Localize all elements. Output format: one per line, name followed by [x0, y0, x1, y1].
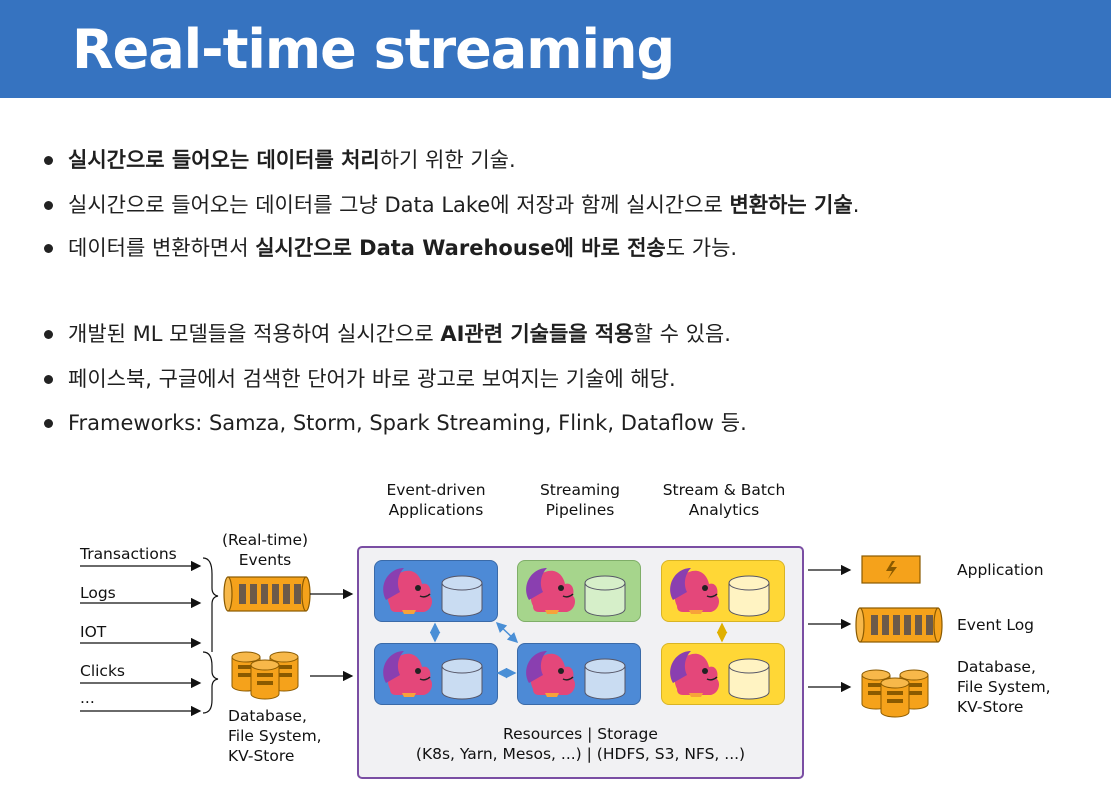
page-title: Real-time streaming — [72, 18, 675, 81]
event-log-icon-left — [223, 576, 311, 612]
architecture-diagram: Event-driven Applications Streaming Pipeli… — [0, 470, 1111, 796]
bullet-segment: Frameworks: Samza, Storm, Spark Streamin… — [68, 411, 747, 435]
bullet-text: Frameworks: Samza, Storm, Spark Streamin… — [68, 408, 747, 438]
flink-icon — [382, 567, 720, 698]
bullet-text: 실시간으로 들어오는 데이터를 그냥 Data Lake에 저장과 함께 실시간… — [68, 190, 859, 220]
diagram-graphics — [80, 555, 943, 718]
database-icon-right — [861, 669, 929, 718]
bullet-segment: . — [852, 193, 860, 217]
bullet-dot — [44, 419, 53, 428]
bullet-dot — [44, 330, 53, 339]
application-icon — [861, 555, 921, 584]
bullet-segment: 하기 위한 기술. — [379, 148, 516, 172]
bullet-segment: 데이터를 변환하면서 — [68, 236, 256, 260]
bullet-emphasis: AI관련 기술들을 적용 — [440, 322, 634, 346]
bullet-text: 페이스북, 구글에서 검색한 단어가 바로 광고로 보여지는 기술에 해당. — [68, 364, 676, 394]
bullet-emphasis: 실시간으로 들어오는 데이터를 처리 — [68, 148, 380, 172]
bullet-segment: 할 수 있음. — [633, 322, 731, 346]
bullet-text: 실시간으로 들어오는 데이터를 처리하기 위한 기술. — [68, 145, 516, 175]
bullet-segment: 도 가능. — [665, 236, 738, 260]
event-log-icon-right — [855, 607, 943, 643]
bullet-segment: 페이스북, 구글에서 검색한 단어가 바로 광고로 보여지는 기술에 해당. — [68, 367, 676, 391]
bullet-dot — [44, 201, 53, 210]
bullet-dot — [44, 156, 53, 165]
bullet-segment: 개발된 ML 모델들을 적용하여 실시간으로 — [68, 322, 441, 346]
bullet-text: 데이터를 변환하면서 실시간으로 Data Warehouse에 바로 전송도 … — [68, 233, 737, 263]
bullet-segment: 실시간으로 들어오는 데이터를 그냥 Data Lake에 저장과 함께 실시간… — [68, 193, 730, 217]
bullet-dot — [44, 244, 53, 253]
bullet-dot — [44, 375, 53, 384]
database-icon-left — [231, 651, 299, 700]
bullet-text: 개발된 ML 모델들을 적용하여 실시간으로 AI관련 기술들을 적용할 수 있… — [68, 319, 731, 349]
bullet-emphasis: 실시간으로 Data Warehouse에 바로 전송 — [255, 236, 666, 260]
title-bar: Real-time streaming — [0, 0, 1111, 98]
bullet-emphasis: 변환하는 기술 — [729, 193, 853, 217]
